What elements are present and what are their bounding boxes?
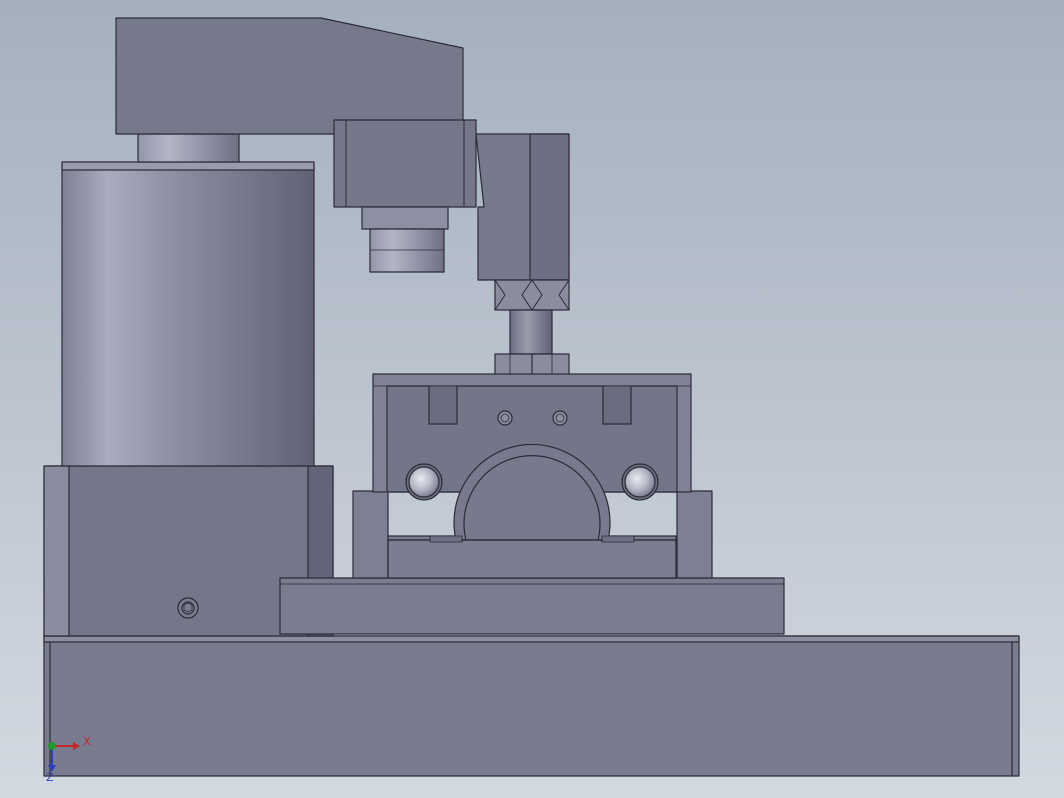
pedestal-plate[interactable] [279,577,785,635]
graphics-viewport[interactable]: X Z [0,0,1064,798]
lower-hex-nut[interactable] [494,353,570,377]
connecting-rod[interactable] [509,309,553,355]
cylinder-body[interactable] [61,161,315,467]
cad-model[interactable] [0,0,1064,798]
sensor-block[interactable] [333,119,477,273]
upper-hex-nut[interactable] [494,279,570,311]
axis-x-label: X [83,735,91,748]
pin-holder[interactable] [475,133,570,281]
axis-z-label: Z [46,771,54,784]
clamp-arm[interactable] [115,17,464,135]
base-plate[interactable] [43,635,1020,777]
cylinder-neck[interactable] [137,133,240,163]
